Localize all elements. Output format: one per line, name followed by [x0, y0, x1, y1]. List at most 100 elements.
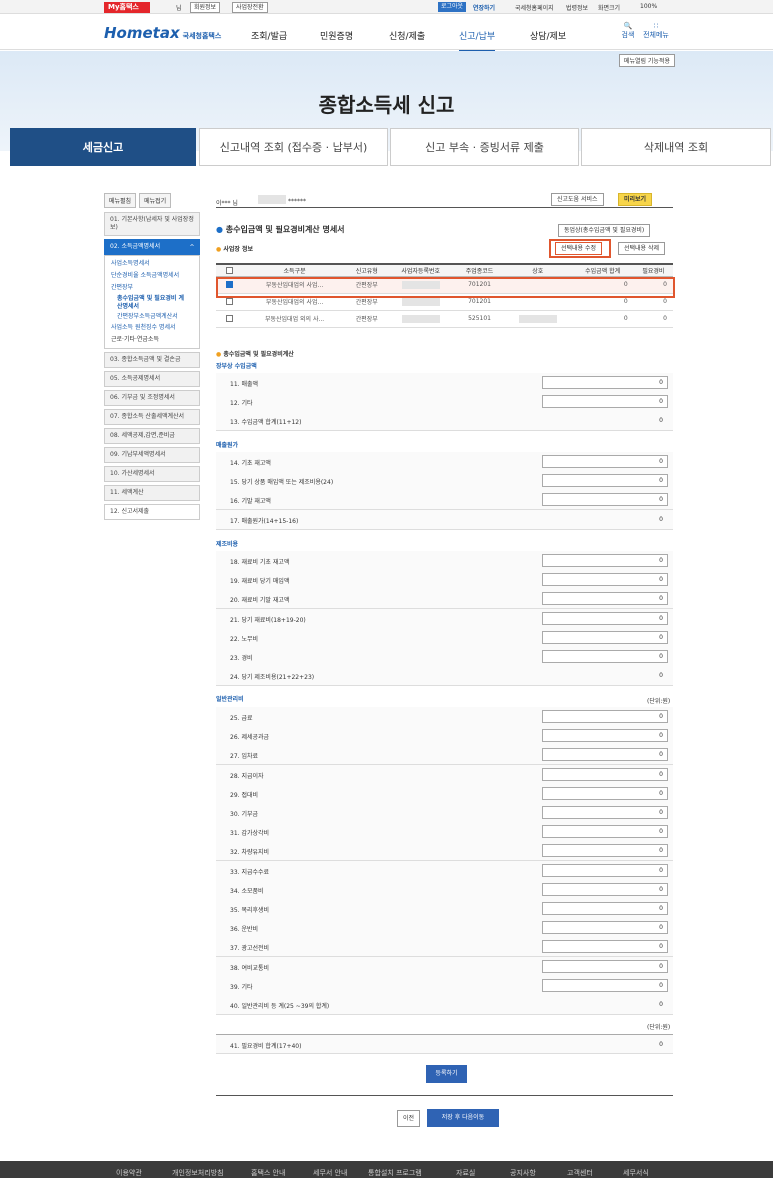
form-row-input[interactable]: 0 [542, 650, 668, 663]
menu-expand-button[interactable]: 메뉴펼침 [104, 193, 137, 208]
form-row-label: 27. 임차료 [230, 753, 259, 761]
form-row-input[interactable]: 0 [542, 844, 668, 858]
footer-link[interactable]: 홈택스 안내 [251, 1168, 285, 1178]
law-link[interactable]: 법령정보 [566, 3, 588, 12]
footer-link[interactable]: 자료실 [456, 1168, 475, 1178]
nav-application[interactable]: 신청/제출 [389, 29, 425, 42]
form-row-input[interactable]: 0 [542, 825, 668, 839]
form-row: 21. 당기 재료비(18+19-20) 0 [216, 608, 673, 629]
menu-fix-button[interactable]: 메뉴열림 기능적용 [618, 54, 675, 67]
footer-link[interactable]: 공지사항 [510, 1168, 536, 1178]
footer-link[interactable]: 개인정보처리방침 [172, 1168, 224, 1178]
masked-block [258, 195, 286, 204]
menu-collapse-button[interactable]: 메뉴접기 [139, 193, 172, 208]
tab-attachments[interactable]: 신고 부속 · 증빙서류 제출 [390, 128, 579, 166]
tab-report-history[interactable]: 신고내역 조회 (접수증 · 납부서) [199, 128, 388, 166]
sub-simple-expense[interactable]: 단순경비율 소득금액명세서 [105, 270, 199, 282]
partner-button[interactable]: 동업상(총수입금액 및 필요경비) [558, 224, 651, 237]
extend-link[interactable]: 연장하기 [473, 3, 495, 12]
zoom-value[interactable]: 100% [640, 3, 657, 10]
tab-delete-history[interactable]: 삭제내역 조회 [581, 128, 771, 166]
my-hometax-button[interactable]: My홈택스 [104, 2, 150, 13]
footer-link[interactable]: 세무서 안내 [313, 1168, 347, 1178]
preview-button[interactable]: 미리보기 [618, 193, 653, 206]
form-row-input[interactable]: 0 [542, 455, 668, 468]
footer-link[interactable]: 세무서식 [623, 1168, 649, 1178]
form-row-label: 18. 재료비 기초 재고액 [230, 559, 290, 566]
left-item-09[interactable]: 09. 기납부세액명세서 [104, 447, 200, 463]
register-button[interactable]: 등록하기 [426, 1065, 467, 1083]
left-item-11[interactable]: 11. 세액계산 [104, 485, 200, 501]
form-row-input[interactable]: 0 [542, 786, 668, 800]
logout-button[interactable]: 로그아웃 [438, 2, 467, 12]
form-row-input[interactable]: 0 [542, 748, 668, 762]
form-row-label: 17. 매출원가(14+15-16) [230, 517, 299, 525]
form-row-label: 40. 일반관리비 등 계(25 ~39의 합계) [230, 1003, 330, 1010]
save-next-button[interactable]: 저장 후 다음이동 [427, 1109, 499, 1127]
sub-labor-income[interactable]: 근로·기타·연금소득 [105, 334, 199, 346]
left-item-01[interactable]: 01. 기본사항(납세자 및 사업장정보) [104, 212, 200, 236]
help-service-button[interactable]: 신고도움 서비스 [551, 193, 604, 206]
biz-switch-button[interactable]: 사업장전환 [232, 2, 268, 13]
form-row: 14. 기초 재고액 0 [216, 452, 673, 472]
left-item-07[interactable]: 07. 종합소득 산출세액계산서 [104, 409, 200, 425]
form-row-input[interactable]: 0 [542, 959, 668, 973]
left-item-08[interactable]: 08. 세액공제,감면,준비금 [104, 428, 200, 444]
delete-selected-button[interactable]: 선택내용 삭제 [618, 242, 666, 255]
footer-link[interactable]: 통합설치 프로그램 [368, 1168, 422, 1178]
nts-home-link[interactable]: 국세청홈페이지 [515, 3, 554, 12]
sub-simple-book[interactable]: 간편장부 [105, 282, 199, 294]
form-row-input[interactable]: 0 [542, 863, 668, 877]
form-row-input[interactable]: 0 [542, 573, 668, 587]
left-item-10[interactable]: 10. 가산세명세서 [104, 466, 200, 482]
sub-biz-income[interactable]: 사업소득명세서 [105, 258, 199, 270]
form-row-input[interactable]: 0 [542, 376, 668, 389]
form-row-input[interactable]: 0 [542, 493, 668, 507]
left-item-12[interactable]: 12. 신고서제출 [104, 504, 200, 520]
form-row-input[interactable]: 0 [542, 474, 668, 488]
form-row-input[interactable]: 0 [542, 611, 668, 625]
row-checkbox[interactable] [225, 315, 233, 322]
form-row-input[interactable]: 0 [542, 806, 668, 819]
nav-certificate[interactable]: 민원증명 [320, 29, 353, 42]
prev-button[interactable]: 이전 [397, 1110, 421, 1127]
form-row-input[interactable]: 0 [542, 978, 668, 992]
form-row-input[interactable]: 0 [542, 729, 668, 743]
row-checkbox[interactable] [225, 298, 233, 305]
tab-tax-report[interactable]: 세금신고 [10, 128, 196, 166]
nav-consult[interactable]: 상담/제보 [530, 29, 566, 42]
form-row-input[interactable]: 0 [542, 395, 668, 409]
table-row[interactable]: 부동산임대업 외의 사... 간편장부 525101 0 0 [216, 310, 673, 328]
left-item-06[interactable]: 06. 기부금 및 조정명세서 [104, 390, 200, 406]
form-row-input[interactable]: 0 [542, 902, 668, 915]
form-row-input[interactable]: 0 [542, 554, 668, 567]
form-row: 39. 기타 0 [216, 975, 673, 996]
all-menu-button[interactable]: ∷ 전체메뉴 [643, 22, 669, 40]
form-row-input[interactable]: 0 [542, 767, 668, 781]
total-value: 0 [659, 1041, 663, 1048]
sub-simple-book-calc[interactable]: 간편장부소득금액계산서 [105, 312, 199, 322]
left-item-02[interactable]: 02. 소득금액명세서 ^ [104, 239, 200, 255]
form-row-input[interactable]: 0 [542, 710, 668, 723]
left-item-03[interactable]: 03. 종합소득금액 및 결손금 [104, 352, 200, 368]
hometax-logo[interactable]: Hometax 국세청홈택스 [104, 24, 221, 42]
logo-text: Hometax [104, 24, 180, 42]
sub-income-expense[interactable]: 총수입금액 및 필요경비 계산명세서 [105, 294, 199, 312]
nav-report-payment[interactable]: 신고/납부 [459, 29, 496, 52]
form-row: 27. 임차료 0 [216, 745, 673, 766]
nav-inquiry[interactable]: 조회/발급 [251, 29, 287, 42]
search-button[interactable]: 🔍 검색 [615, 22, 641, 40]
check-all[interactable] [225, 266, 233, 274]
form-row-input[interactable]: 0 [542, 592, 668, 606]
left-item-05[interactable]: 05. 소득공제명세서 [104, 371, 200, 387]
form-row-input[interactable]: 0 [542, 630, 668, 644]
footer-link[interactable]: 이용약관 [116, 1168, 142, 1178]
form-row-input[interactable]: 0 [542, 882, 668, 896]
sub-withholding[interactable]: 사업소득 원천징수 명세서 [105, 322, 199, 334]
footer-link[interactable]: 고객센터 [567, 1168, 593, 1178]
form-row-label: 33. 지급수수료 [230, 868, 270, 876]
form-row-input[interactable]: 0 [542, 940, 668, 954]
form-row-input[interactable]: 0 [542, 921, 668, 935]
form-row: 33. 지급수수료 0 [216, 860, 673, 881]
member-info-button[interactable]: 회원정보 [190, 2, 221, 13]
